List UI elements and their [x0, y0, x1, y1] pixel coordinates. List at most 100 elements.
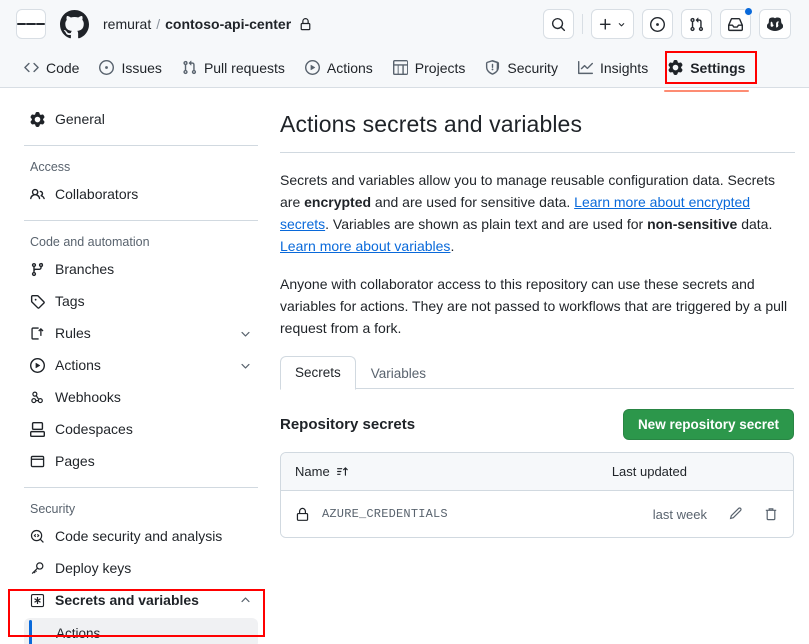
nav-tab-insights[interactable]: Insights: [568, 54, 658, 82]
header-actions: [543, 9, 797, 39]
lock-icon: [295, 507, 310, 522]
webhook-icon: [30, 390, 45, 405]
github-logo-icon[interactable]: [60, 10, 89, 39]
git-branch-icon: [30, 262, 45, 277]
title-divider: [280, 152, 795, 153]
sidebar-subitem-actions[interactable]: Actions: [24, 618, 258, 644]
sidebar-item-rules-label: Rules: [55, 325, 229, 341]
copilot-button[interactable]: [759, 9, 791, 39]
secret-last-updated: last week: [653, 507, 707, 522]
nav-tab-code[interactable]: Code: [14, 54, 89, 82]
chevron-down-icon: [616, 19, 627, 30]
pull-requests-button[interactable]: [681, 9, 712, 39]
issue-opened-icon: [650, 17, 665, 32]
pencil-icon[interactable]: [727, 506, 743, 522]
sidebar-item-collaborators[interactable]: Collaborators: [24, 178, 258, 210]
search-icon: [551, 17, 566, 32]
description-paragraph-1: Secrets and variables allow you to manag…: [280, 169, 792, 257]
people-icon: [30, 187, 45, 202]
nav-tab-projects[interactable]: Projects: [383, 54, 476, 82]
sidebar-item-tags-label: Tags: [55, 293, 252, 309]
plus-icon: [598, 17, 613, 32]
tab-variables[interactable]: Variables: [356, 357, 441, 390]
tab-secrets-label: Secrets: [295, 365, 341, 380]
sidebar-item-tags[interactable]: Tags: [24, 285, 258, 317]
shield-icon: [485, 60, 500, 75]
sidebar-item-rules[interactable]: Rules: [24, 317, 258, 349]
sidebar-heading-access: Access: [30, 160, 258, 174]
sidebar-item-actions-label: Actions: [55, 357, 229, 373]
gear-icon: [668, 60, 683, 75]
column-header-name[interactable]: Name: [295, 464, 349, 479]
sidebar-item-general[interactable]: General: [24, 103, 258, 135]
settings-sidebar: General Access Collaborators Code and au…: [0, 89, 270, 644]
asterisk-icon: [30, 593, 45, 608]
desc-bold-non-sensitive: non-sensitive: [647, 216, 737, 232]
sidebar-item-deploy-keys-label: Deploy keys: [55, 560, 252, 576]
sidebar-item-code-security-label: Code security and analysis: [55, 528, 252, 544]
nav-tab-pull-requests-label: Pull requests: [204, 60, 285, 76]
sidebar-item-deploy-keys[interactable]: Deploy keys: [24, 552, 258, 584]
sidebar-item-general-label: General: [55, 111, 252, 127]
section-title: Repository secrets: [280, 416, 415, 433]
sidebar-item-webhooks[interactable]: Webhooks: [24, 381, 258, 413]
sidebar-item-collaborators-label: Collaborators: [55, 186, 252, 202]
desc-text-2: and are used for sensitive data.: [371, 194, 574, 210]
sidebar-divider: [24, 220, 258, 221]
breadcrumb-repo[interactable]: contoso-api-center: [165, 16, 291, 32]
sidebar-item-code-security-and-analysis[interactable]: Code security and analysis: [24, 520, 258, 552]
description-paragraph-2: Anyone with collaborator access to this …: [280, 273, 792, 339]
trash-icon[interactable]: [763, 506, 779, 522]
sidebar-divider: [24, 145, 258, 146]
new-repository-secret-button[interactable]: New repository secret: [623, 409, 794, 440]
desc-text-5: .: [450, 238, 454, 254]
git-pull-request-icon: [689, 17, 704, 32]
create-new-button[interactable]: [591, 9, 634, 39]
sidebar-item-secrets-and-variables[interactable]: Secrets and variables: [24, 584, 258, 616]
github-settings-page: remurat / contoso-api-center: [0, 0, 809, 644]
issues-button[interactable]: [642, 9, 673, 39]
sidebar-divider: [24, 487, 258, 488]
sort-asc-icon[interactable]: [336, 465, 349, 478]
global-header: remurat / contoso-api-center: [0, 0, 809, 48]
secret-name[interactable]: AZURE_CREDENTIALS: [322, 507, 448, 521]
column-header-last-updated: Last updated: [612, 464, 687, 479]
notifications-button[interactable]: [720, 9, 751, 39]
nav-tab-issues[interactable]: Issues: [89, 54, 171, 82]
sidebar-item-actions[interactable]: Actions: [24, 349, 258, 381]
tag-icon: [30, 294, 45, 309]
tab-secrets[interactable]: Secrets: [280, 356, 356, 390]
hamburger-menu-icon[interactable]: [16, 9, 46, 39]
sidebar-item-codespaces[interactable]: Codespaces: [24, 413, 258, 445]
git-pull-request-icon: [182, 60, 197, 75]
sidebar-heading-security: Security: [30, 502, 258, 516]
nav-tab-security-label: Security: [507, 60, 558, 76]
desc-bold-encrypted: encrypted: [304, 194, 371, 210]
column-header-name-label: Name: [295, 464, 330, 479]
chevron-down-icon[interactable]: [239, 359, 252, 372]
sidebar-item-webhooks-label: Webhooks: [55, 389, 252, 405]
page-title: Actions secrets and variables: [280, 111, 795, 138]
sidebar-item-pages-label: Pages: [55, 453, 252, 469]
nav-tab-code-label: Code: [46, 60, 79, 76]
sidebar-item-pages[interactable]: Pages: [24, 445, 258, 477]
issue-opened-icon: [99, 60, 114, 75]
learn-more-variables-link[interactable]: Learn more about variables: [280, 238, 450, 254]
chevron-down-icon[interactable]: [239, 327, 252, 340]
chevron-up-icon[interactable]: [239, 594, 252, 607]
nav-tab-settings[interactable]: Settings: [658, 54, 755, 82]
nav-tab-pull-requests[interactable]: Pull requests: [172, 54, 295, 82]
tab-variables-label: Variables: [371, 366, 426, 381]
header-divider: [582, 14, 583, 34]
breadcrumb-owner[interactable]: remurat: [103, 16, 151, 32]
key-icon: [30, 561, 45, 576]
sidebar-item-branches[interactable]: Branches: [24, 253, 258, 285]
nav-tab-issues-label: Issues: [121, 60, 161, 76]
inbox-icon: [728, 17, 743, 32]
search-button[interactable]: [543, 9, 574, 39]
nav-tab-security[interactable]: Security: [475, 54, 568, 82]
play-icon: [30, 358, 45, 373]
nav-tab-projects-label: Projects: [415, 60, 466, 76]
nav-tab-actions[interactable]: Actions: [295, 54, 383, 82]
table-row: AZURE_CREDENTIALS last week: [281, 491, 793, 537]
